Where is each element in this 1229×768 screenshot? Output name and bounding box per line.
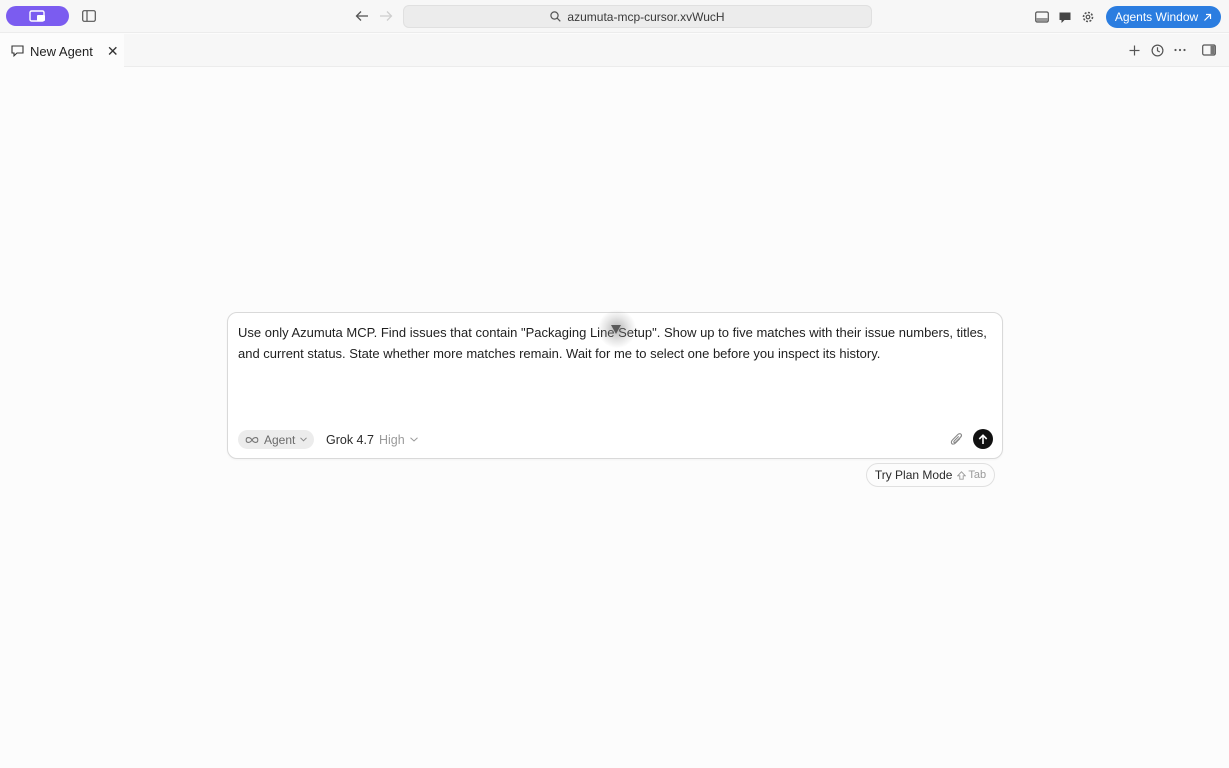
chat-button[interactable] [1055, 7, 1075, 27]
chat-bubble-icon [1059, 12, 1071, 23]
tab-bar: New Agent ✕ [0, 34, 1229, 68]
arrow-left-icon [355, 11, 368, 21]
agents-window-button[interactable]: Agents Window [1106, 6, 1221, 28]
url-bar[interactable]: azumuta-mcp-cursor.xvWucH [403, 5, 872, 28]
plan-mode-label: Try Plan Mode [874, 468, 953, 482]
send-button[interactable] [973, 429, 993, 449]
chevron-down-icon [300, 437, 308, 442]
attach-button[interactable] [947, 429, 965, 449]
sidebar-icon [82, 10, 96, 22]
shift-key-icon [957, 470, 967, 480]
search-icon [550, 11, 562, 22]
model-selector[interactable]: Grok 4.7 High [326, 430, 418, 449]
clock-icon [1150, 43, 1164, 57]
sidebar-toggle-button[interactable] [79, 6, 99, 26]
external-arrow-icon [1204, 13, 1212, 21]
plan-mode-shortcut: Tab [957, 469, 986, 481]
panel-bottom-icon [1035, 11, 1049, 23]
model-effort: High [378, 432, 405, 447]
model-name: Grok 4.7 [326, 432, 374, 447]
agent-mode-toggle[interactable] [6, 6, 69, 26]
shortcut-key: Tab [968, 469, 987, 481]
chat-outline-icon [11, 45, 24, 57]
agents-window-label: Agents Window [1114, 10, 1199, 24]
settings-button[interactable] [1078, 7, 1098, 27]
monitor-user-icon [28, 10, 45, 22]
panel-toggle-button[interactable] [1032, 7, 1052, 27]
new-tab-button[interactable] [1124, 40, 1144, 60]
title-bar: azumuta-mcp-cursor.xvWucH Agents Window [0, 0, 1229, 33]
history-button[interactable] [1147, 40, 1167, 60]
arrow-right-icon [380, 11, 393, 21]
mode-label: Agent [264, 432, 296, 447]
try-plan-mode-button[interactable]: Try Plan Mode Tab [866, 463, 995, 487]
gear-icon [1082, 11, 1094, 23]
right-panel-toggle-button[interactable] [1199, 40, 1219, 60]
tab-new-agent[interactable]: New Agent ✕ [0, 34, 124, 68]
close-icon[interactable]: ✕ [107, 43, 119, 60]
forward-button[interactable] [376, 6, 396, 26]
panel-right-icon [1202, 44, 1216, 56]
mode-selector[interactable]: Agent [238, 430, 315, 449]
cursor-icon [611, 325, 621, 334]
infinity-icon [245, 436, 259, 443]
ellipsis-icon [1174, 48, 1186, 52]
tab-label: New Agent [30, 43, 93, 59]
plus-icon [1129, 45, 1139, 55]
more-button[interactable] [1170, 40, 1190, 60]
paperclip-icon [950, 432, 962, 445]
chevron-down-icon [409, 437, 418, 442]
arrow-up-icon [978, 433, 988, 444]
back-button[interactable] [352, 6, 372, 26]
url-text: azumuta-mcp-cursor.xvWucH [567, 9, 725, 24]
